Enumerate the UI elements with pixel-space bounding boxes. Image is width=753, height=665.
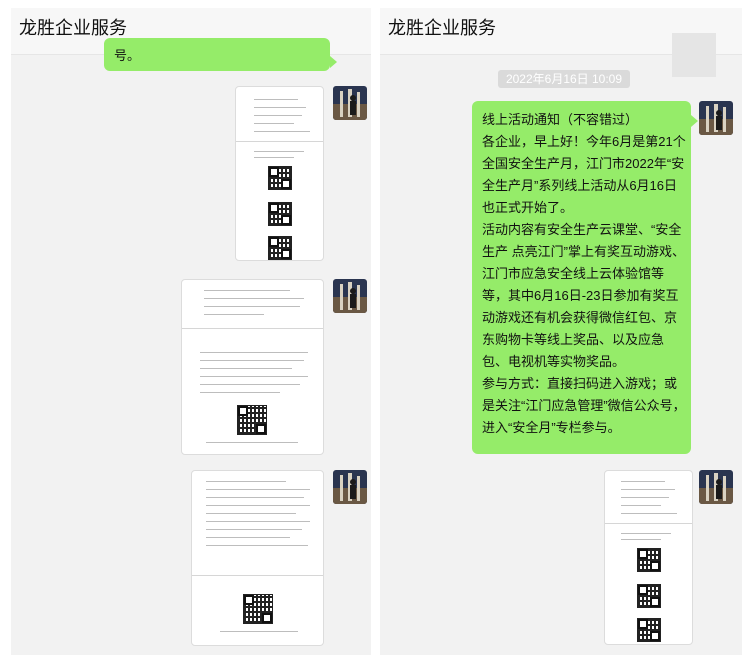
chat-panel-left: 龙胜企业服务 号。 [11, 8, 371, 655]
avatar-photo-icon [699, 101, 733, 135]
avatar[interactable] [333, 279, 367, 313]
avatar[interactable] [699, 470, 733, 504]
qr-code-icon [268, 202, 292, 226]
qr-code-icon [637, 548, 661, 572]
chat-panel-right: 龙胜企业服务 2022年6月16日 10:09 线上活动通知（不容错过） 各企业… [380, 8, 742, 655]
chat-title: 龙胜企业服务 [388, 18, 496, 38]
qr-code-icon [237, 405, 267, 435]
image-message[interactable] [235, 86, 324, 261]
chat-title: 龙胜企业服务 [19, 18, 127, 38]
message-bubble-clipped[interactable]: 号。 [104, 38, 330, 71]
image-placeholder [672, 33, 716, 77]
qr-code-icon [268, 236, 292, 260]
avatar-photo-icon [699, 470, 733, 504]
message-text: 线上活动通知（不容错过） 各企业，早上好！今年6月是第21个全国安全生产月，江门… [482, 112, 686, 435]
qr-code-icon [637, 618, 661, 642]
avatar[interactable] [699, 101, 733, 135]
avatar-photo-icon [333, 470, 367, 504]
image-message[interactable] [181, 279, 324, 455]
image-message[interactable] [604, 470, 693, 645]
bubble-tail [330, 56, 337, 68]
qr-code-icon [268, 166, 292, 190]
avatar[interactable] [333, 470, 367, 504]
qr-code-icon [637, 584, 661, 608]
qr-code-icon [243, 594, 273, 624]
image-message[interactable] [191, 470, 324, 646]
avatar-photo-icon [333, 86, 367, 120]
bubble-text: 号。 [114, 48, 141, 63]
message-timestamp: 2022年6月16日 10:09 [498, 70, 630, 88]
bubble-tail [691, 115, 698, 127]
avatar-photo-icon [333, 279, 367, 313]
avatar[interactable] [333, 86, 367, 120]
message-bubble[interactable]: 线上活动通知（不容错过） 各企业，早上好！今年6月是第21个全国安全生产月，江门… [472, 101, 691, 454]
